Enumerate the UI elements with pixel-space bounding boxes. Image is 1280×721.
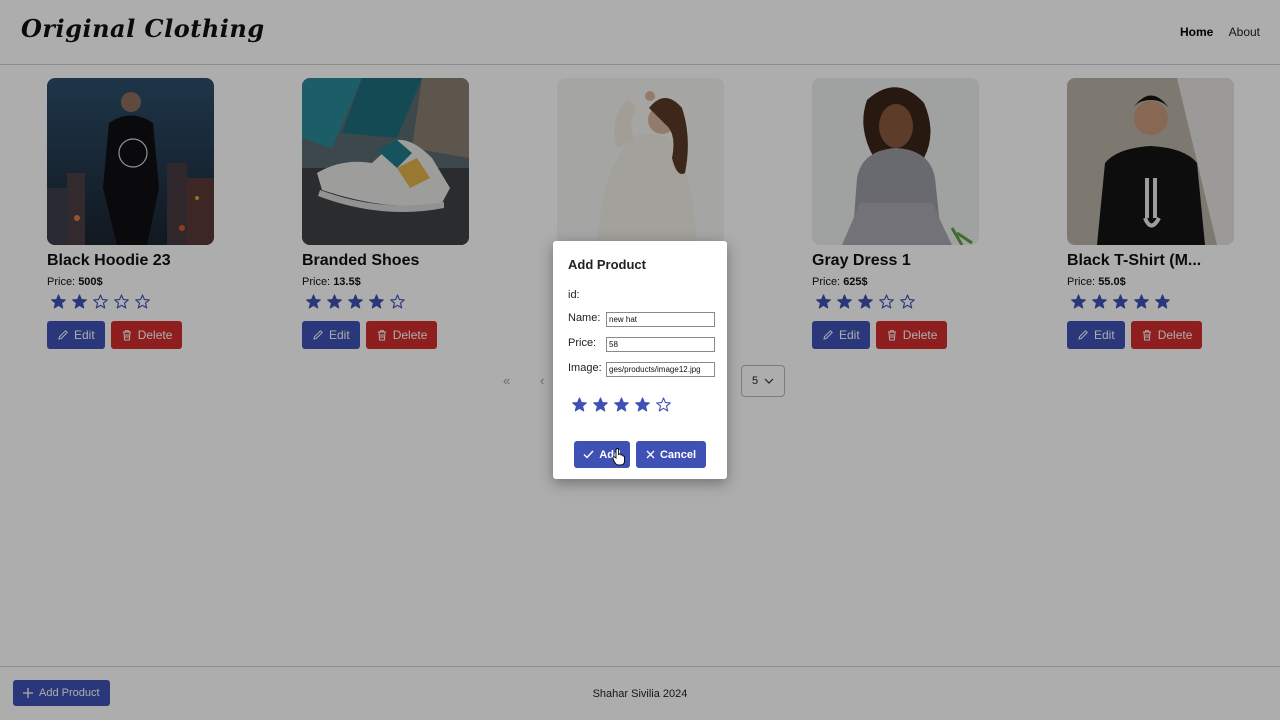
star-filled-icon[interactable] bbox=[593, 397, 608, 417]
star-empty-icon[interactable] bbox=[656, 397, 671, 417]
image-label: Image: bbox=[568, 362, 602, 374]
close-icon bbox=[646, 450, 655, 459]
name-label: Name: bbox=[568, 312, 601, 324]
price-input[interactable]: 58 bbox=[606, 337, 715, 352]
star-filled-icon[interactable] bbox=[614, 397, 629, 417]
dialog-rating[interactable] bbox=[572, 397, 671, 417]
star-filled-icon[interactable] bbox=[635, 397, 650, 417]
dialog-title: Add Product bbox=[568, 257, 646, 272]
hand-cursor-icon bbox=[612, 448, 625, 466]
name-input[interactable]: new hat bbox=[606, 312, 715, 327]
cancel-button[interactable]: Cancel bbox=[636, 441, 706, 468]
add-product-dialog: Add Product id: Name: new hat Price: 58 … bbox=[553, 241, 727, 479]
image-input[interactable]: ges/products/image12.jpg bbox=[606, 362, 715, 377]
check-icon bbox=[583, 450, 594, 459]
star-filled-icon[interactable] bbox=[572, 397, 587, 417]
id-label: id: bbox=[568, 289, 580, 301]
price-label: Price: bbox=[568, 337, 597, 349]
